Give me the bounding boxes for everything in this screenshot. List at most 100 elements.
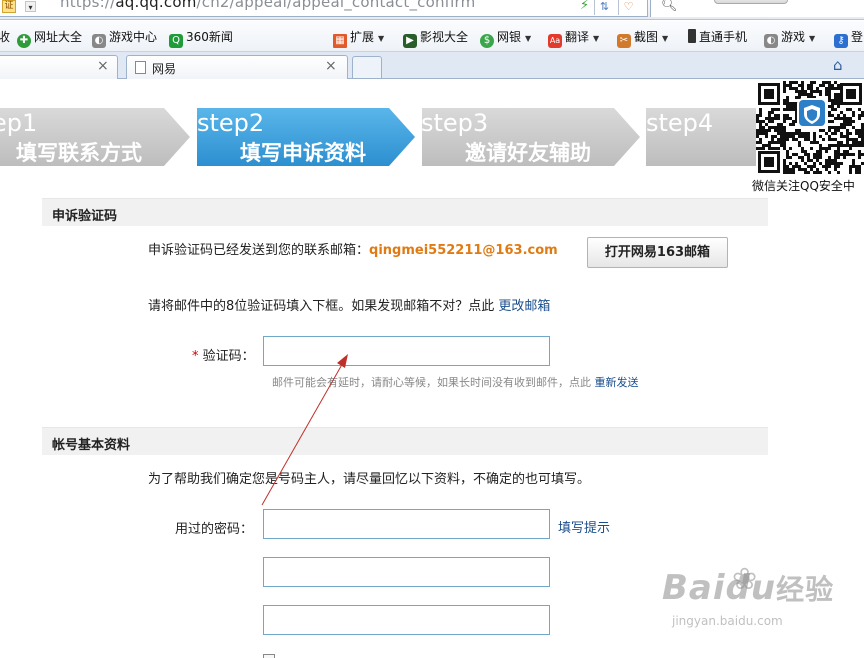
tab-first[interactable]: × xyxy=(0,55,118,79)
gamepad-icon: ◐ xyxy=(764,34,778,48)
browser-window: { "browser": { "cert_label": "证", "url_s… xyxy=(0,0,864,658)
gamepad-icon: ◐ xyxy=(92,34,106,48)
favorite-item-360-news[interactable]: Q 360新闻 xyxy=(169,28,233,48)
baidu-paw-icon: ❀ xyxy=(732,562,758,597)
favorite-label: 影视大全 xyxy=(420,30,469,44)
account-intro: 为了帮助我们确定您是号码主人，请尽量回忆以下资料，不确定的也可填写。 xyxy=(148,472,591,487)
required-star: * xyxy=(192,349,199,364)
favorite-label: 收 xyxy=(0,30,11,44)
key-icon: ⚷ xyxy=(834,34,848,48)
step-label: 填写申诉资料 xyxy=(240,141,366,165)
favorite-label: 网址大全 xyxy=(34,30,83,44)
favorite-label: 游戏 xyxy=(781,30,806,44)
scissors-icon: ✂ xyxy=(617,34,631,48)
menu-direct-phone[interactable]: 直通手机 xyxy=(688,28,747,46)
favorite-label: 登 xyxy=(851,30,864,44)
url-scheme: https:// xyxy=(60,0,116,11)
qr-caption: 微信关注QQ安全中 xyxy=(752,179,855,193)
sent-notice: 申诉验证码已经发送到您的联系邮箱：qingmei552211@163.com xyxy=(148,239,558,258)
lightning-icon[interactable]: ⚡ xyxy=(580,0,589,13)
verification-code-input[interactable] xyxy=(263,336,550,366)
hint-text: 邮件可能会有延时，请耐心等候，如果长时间没有收到邮件，点此 xyxy=(272,376,591,389)
menu-screenshot[interactable]: ✂ 截图 ▼ xyxy=(617,28,669,48)
step-number: step3 xyxy=(421,109,488,137)
open-163-mail-button[interactable]: 打开网易163邮箱 xyxy=(587,237,728,268)
favorite-item-collect[interactable]: 收 xyxy=(0,28,10,46)
grid-icon: ▦ xyxy=(333,34,347,48)
close-icon[interactable]: × xyxy=(97,58,109,74)
baidu-jingyan-watermark: Baidu经验 ❀ jingyan.baidu.com xyxy=(662,562,835,628)
step-2: step2 填写申诉资料 xyxy=(197,108,415,166)
instruction-text: 请将邮件中的8位验证码填入下框。如果发现邮箱不对？点此 xyxy=(148,299,495,314)
search-icon[interactable]: 🔍︎ xyxy=(661,0,678,13)
certificate-icon[interactable]: 证 xyxy=(2,0,16,13)
section-title: 帐号基本资料 xyxy=(52,438,131,453)
favorite-item-game-center[interactable]: ◐ 游戏中心 xyxy=(92,28,158,48)
chevron-down-icon: ▼ xyxy=(809,34,816,43)
progress-steps: ep1 填写联系方式 step2 填写申诉资料 step3 邀请好友辅助 ste… xyxy=(0,108,756,166)
home-icon[interactable]: ⌂ xyxy=(833,56,843,74)
chevron-down-icon: ▼ xyxy=(593,34,600,43)
used-password-input-1[interactable] xyxy=(263,509,550,539)
field-label: 验证码： xyxy=(202,349,255,364)
menu-online-banking[interactable]: $ 网银 ▼ xyxy=(480,28,532,48)
menu-video[interactable]: ▶ 影视大全 xyxy=(403,28,469,48)
favorite-label: 游戏中心 xyxy=(109,30,158,44)
verify-instruction: 请将邮件中的8位验证码填入下框。如果发现邮箱不对？点此 更改邮箱 xyxy=(148,295,550,314)
search-box[interactable]: 🔍︎ xyxy=(650,0,864,17)
step-number: step4 xyxy=(646,109,713,137)
page-icon xyxy=(135,61,146,74)
used-password-input-2[interactable] xyxy=(263,557,550,587)
sent-text: 申诉验证码已经发送到您的联系邮箱： xyxy=(148,243,370,258)
verification-code-label: * 验证码： xyxy=(192,345,255,364)
section-title: 申诉验证码 xyxy=(52,209,118,224)
favorite-label: 直通手机 xyxy=(699,30,748,44)
fill-tip-link[interactable]: 填写提示 xyxy=(558,517,610,536)
watermark-brand: Bai xyxy=(662,568,726,608)
resend-link[interactable]: 重新发送 xyxy=(595,376,639,389)
chevron-down-icon: ▼ xyxy=(525,34,532,43)
close-icon[interactable]: × xyxy=(325,58,337,74)
url-host: aq.qq.com xyxy=(115,0,197,11)
favorites-bar: 收 ✚ 网址大全 ◐ 游戏中心 Q 360新闻 ▦ 扩展 ▼ ▶ 影视大全 $ 网银 ▼ Aa 翻… xyxy=(0,21,864,52)
globe-icon: ✚ xyxy=(17,34,31,48)
step-1: ep1 填写联系方式 xyxy=(0,108,190,166)
used-password-label: 用过的密码： xyxy=(175,522,254,537)
play-icon: ▶ xyxy=(403,34,417,48)
favorite-label: 截图 xyxy=(634,30,659,44)
new-tab-button[interactable] xyxy=(352,56,382,78)
translate-icon: Aa xyxy=(548,34,562,48)
step-label: 填写联系方式 xyxy=(16,141,142,165)
favorite-label: 翻译 xyxy=(565,30,590,44)
shield-icon: $ xyxy=(480,34,494,48)
step-3: step3 邀请好友辅助 xyxy=(421,108,640,166)
used-password-input-3[interactable] xyxy=(263,605,550,635)
url-field[interactable]: 证 ▾ https://aq.qq.com/cn2/appeal/appeal_… xyxy=(0,0,648,17)
menu-login[interactable]: ⚷ 登 xyxy=(834,28,864,48)
delay-hint: 邮件可能会有延时，请耐心等候，如果长时间没有收到邮件，点此 重新发送 xyxy=(272,374,639,390)
chevron-down-icon: ▼ xyxy=(378,34,385,43)
qr-code[interactable] xyxy=(756,81,864,175)
url-path: /cn2/appeal/appeal_contact_confirm xyxy=(196,0,476,11)
checkbox[interactable] xyxy=(263,654,275,658)
url-text[interactable]: https://aq.qq.com/cn2/appeal/appeal_cont… xyxy=(60,0,475,11)
watermark-cn: 经验 xyxy=(776,573,835,606)
section-account-header: 帐号基本资料 xyxy=(42,427,768,455)
dropdown-icon[interactable]: ▾ xyxy=(25,1,36,12)
refresh-icon[interactable]: ⇅ xyxy=(594,0,614,15)
favorite-heart-icon[interactable]: ♡ xyxy=(618,0,638,15)
tab-netease[interactable]: 网易 × xyxy=(126,55,348,79)
tab-label: 网易 xyxy=(152,62,177,76)
chevron-down-icon: ▼ xyxy=(662,34,669,43)
menu-games[interactable]: ◐ 游戏 ▼ xyxy=(764,28,816,48)
favorite-item-site-directory[interactable]: ✚ 网址大全 xyxy=(17,28,83,48)
menu-translate[interactable]: Aa 翻译 ▼ xyxy=(548,28,600,48)
news-icon: Q xyxy=(169,34,183,48)
search-engine-button[interactable] xyxy=(714,0,788,4)
favorite-label: 扩展 xyxy=(350,30,375,44)
menu-extensions[interactable]: ▦ 扩展 ▼ xyxy=(333,28,385,48)
section-verification-header: 申诉验证码 xyxy=(42,198,768,226)
change-email-link[interactable]: 更改邮箱 xyxy=(498,299,550,314)
address-bar: 证 ▾ https://aq.qq.com/cn2/appeal/appeal_… xyxy=(0,0,864,20)
tab-bar: × 网易 × ⌂ xyxy=(0,52,864,79)
